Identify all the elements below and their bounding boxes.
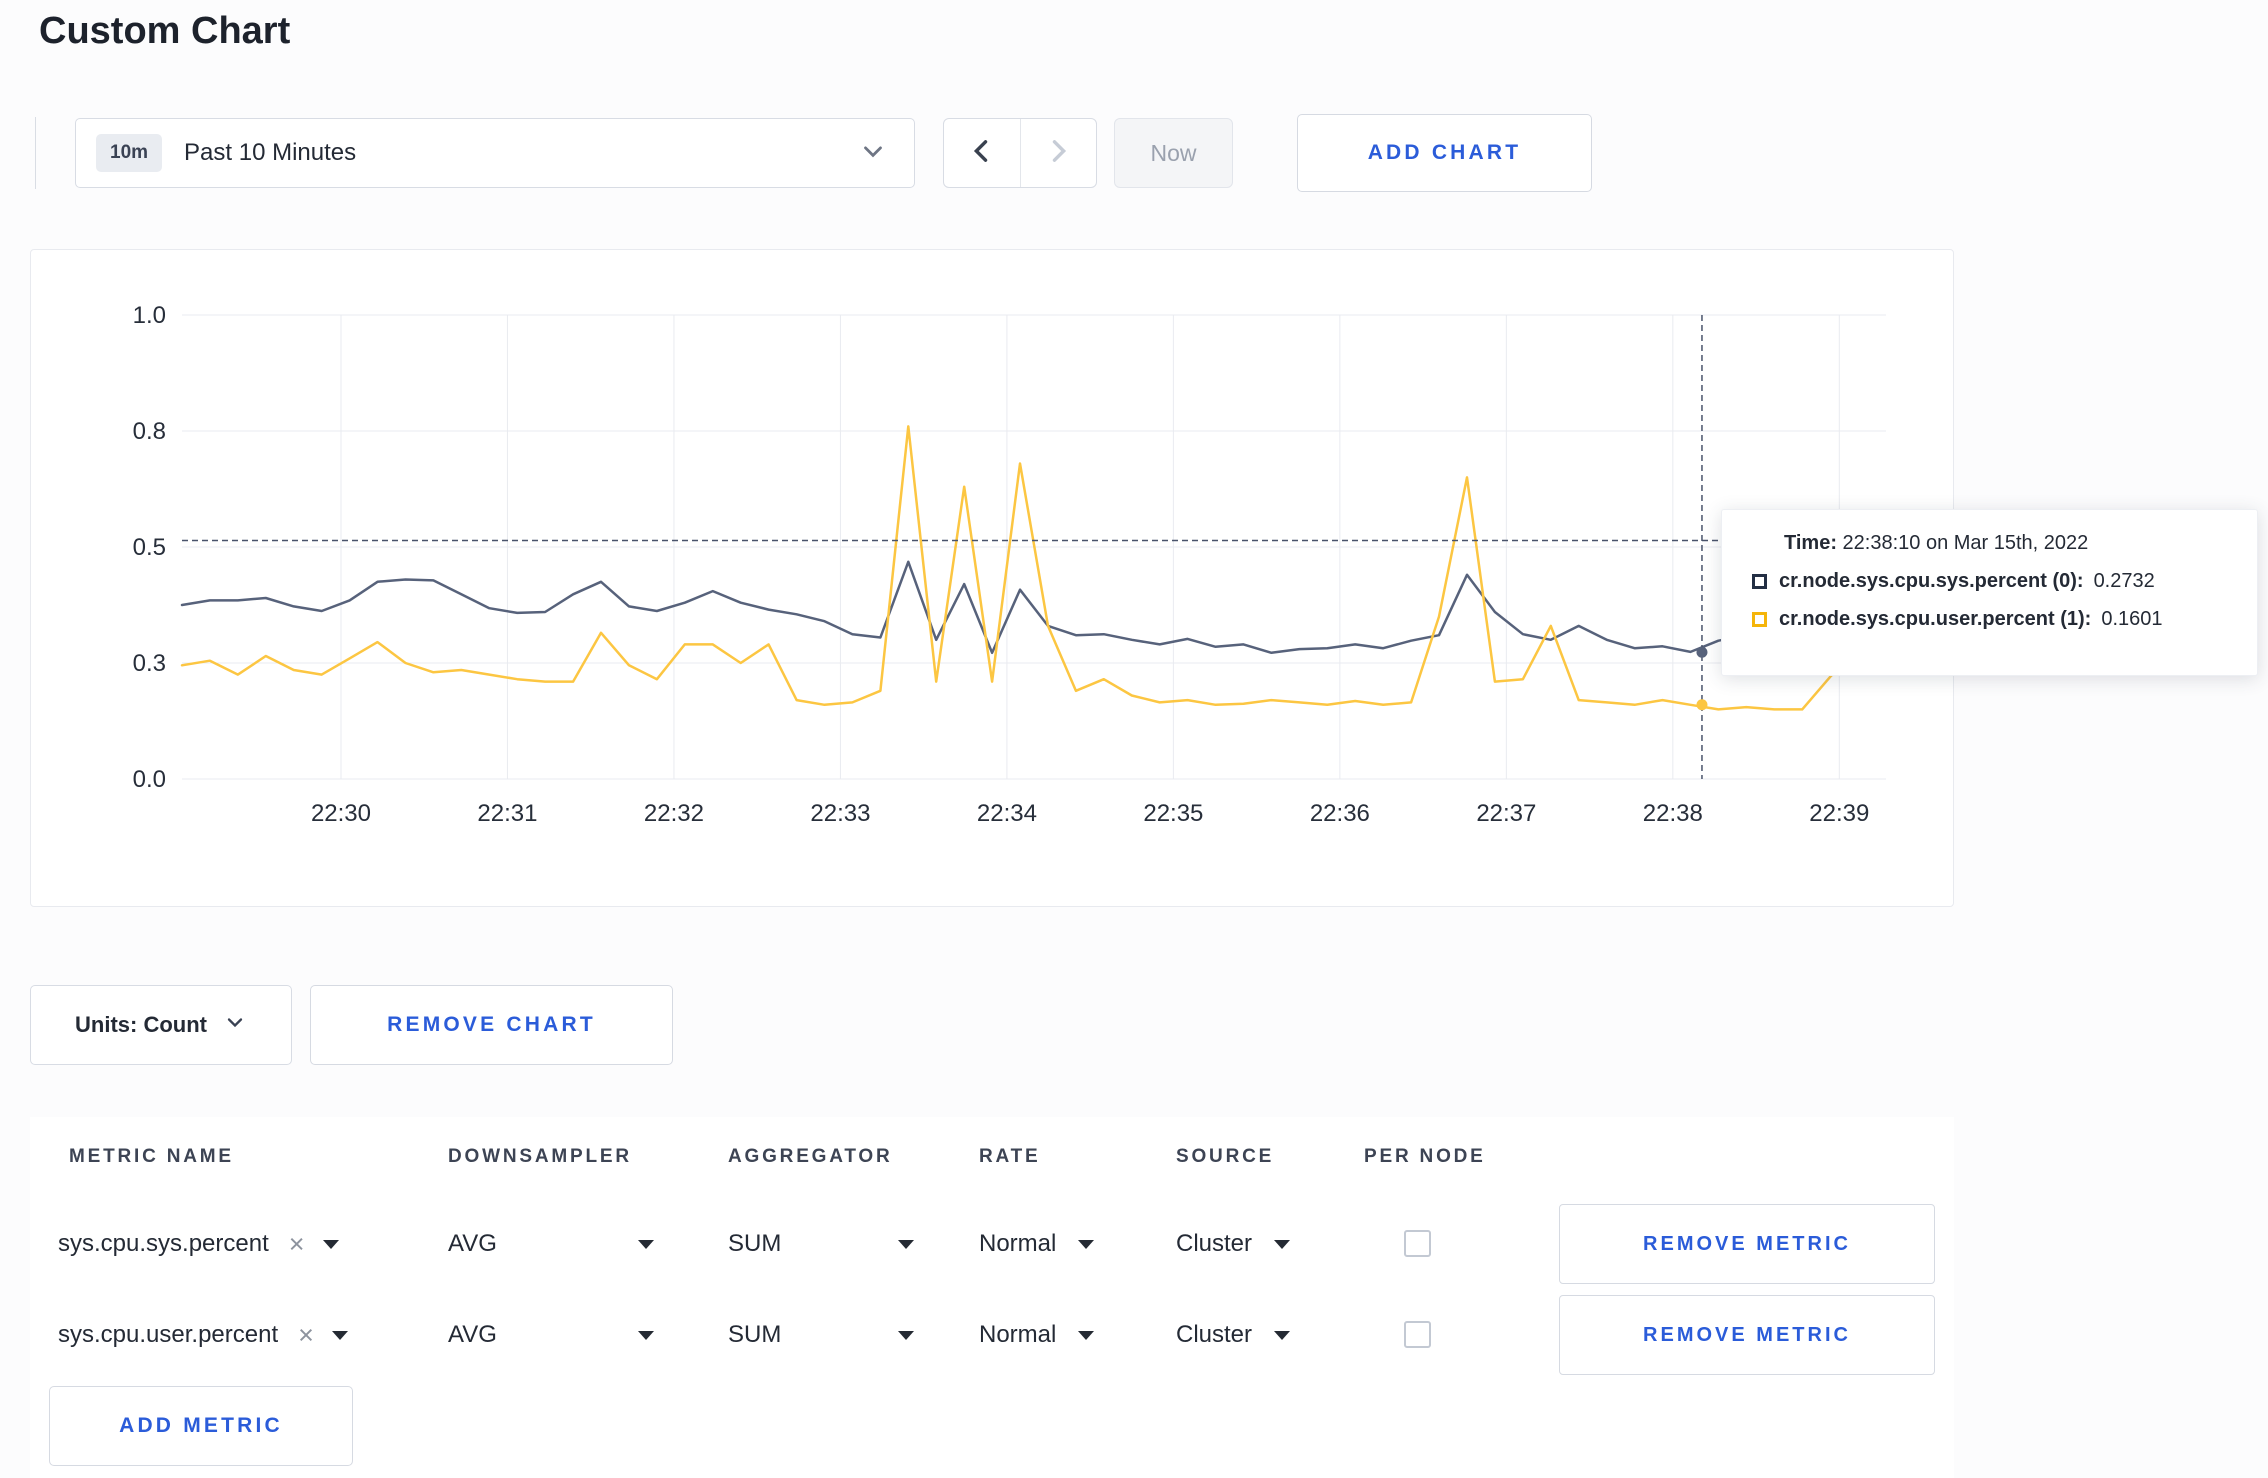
column-header-per-node: PER NODE bbox=[1364, 1146, 1486, 1167]
caret-down-icon bbox=[322, 1239, 339, 1249]
svg-text:22:31: 22:31 bbox=[477, 800, 537, 827]
add-chart-button[interactable]: ADD CHART bbox=[1297, 114, 1592, 192]
svg-text:22:33: 22:33 bbox=[810, 800, 870, 827]
column-header-source: SOURCE bbox=[1176, 1146, 1275, 1167]
source-value: Cluster bbox=[1176, 1230, 1253, 1257]
page-title: Custom Chart bbox=[39, 10, 291, 52]
source-select[interactable]: Cluster bbox=[1176, 1204, 1291, 1284]
rate-value: Normal bbox=[979, 1321, 1057, 1348]
units-label: Units: Count bbox=[75, 1012, 207, 1037]
cpu-chart-svg[interactable]: 1.0 0.8 0.5 0.3 0.0 22:30 22:31 22:32 22:33 22:34… bbox=[31, 250, 1955, 908]
column-header-downsampler: DOWNSAMPLER bbox=[448, 1146, 632, 1167]
rate-value: Normal bbox=[979, 1230, 1057, 1257]
metric-name-select[interactable]: sys.cpu.user.percent × bbox=[58, 1295, 348, 1375]
caret-down-icon bbox=[898, 1330, 914, 1340]
remove-metric-button[interactable]: REMOVE METRIC bbox=[1559, 1204, 1935, 1284]
time-back-button[interactable] bbox=[944, 119, 1021, 187]
svg-text:0.5: 0.5 bbox=[133, 534, 166, 561]
svg-text:22:38: 22:38 bbox=[1643, 800, 1703, 827]
time-nav-group bbox=[943, 118, 1097, 188]
svg-text:22:34: 22:34 bbox=[977, 800, 1037, 827]
svg-text:0.8: 0.8 bbox=[133, 418, 166, 445]
svg-text:1.0: 1.0 bbox=[133, 302, 166, 329]
downsampler-select[interactable]: AVG bbox=[448, 1295, 654, 1375]
caret-down-icon bbox=[1274, 1330, 1291, 1340]
chart-tooltip: Time: 22:38:10 on Mar 15th, 2022 cr.node… bbox=[1721, 509, 2258, 676]
tooltip-series-row: cr.node.sys.cpu.sys.percent (0): 0.2732 bbox=[1752, 570, 2257, 593]
tooltip-time-value: 22:38:10 on Mar 15th, 2022 bbox=[1842, 532, 2089, 554]
rate-select[interactable]: Normal bbox=[979, 1295, 1095, 1375]
column-header-metric-name: METRIC NAME bbox=[69, 1146, 234, 1167]
caret-down-icon bbox=[1078, 1330, 1095, 1340]
caret-down-icon bbox=[1078, 1239, 1095, 1249]
caret-down-icon bbox=[638, 1239, 654, 1249]
metric-row: sys.cpu.sys.percent × AVG SUM Normal Clu… bbox=[0, 1204, 2268, 1284]
rate-select[interactable]: Normal bbox=[979, 1204, 1095, 1284]
tooltip-series-name: cr.node.sys.cpu.user.percent (1): bbox=[1779, 608, 2092, 630]
clear-metric-icon[interactable]: × bbox=[289, 1230, 305, 1258]
svg-text:22:32: 22:32 bbox=[644, 800, 704, 827]
downsampler-value: AVG bbox=[448, 1230, 497, 1257]
column-header-aggregator: AGGREGATOR bbox=[728, 1146, 893, 1167]
remove-metric-button[interactable]: REMOVE METRIC bbox=[1559, 1295, 1935, 1375]
caret-down-icon bbox=[638, 1330, 654, 1340]
caret-down-icon bbox=[331, 1330, 348, 1340]
clear-metric-icon[interactable]: × bbox=[298, 1321, 314, 1349]
aggregator-select[interactable]: SUM bbox=[728, 1204, 914, 1284]
chevron-left-icon bbox=[965, 134, 999, 173]
svg-text:22:37: 22:37 bbox=[1476, 800, 1536, 827]
aggregator-value: SUM bbox=[728, 1230, 782, 1257]
aggregator-select[interactable]: SUM bbox=[728, 1295, 914, 1375]
time-range-select[interactable]: 10m Past 10 Minutes bbox=[75, 118, 915, 188]
svg-text:22:36: 22:36 bbox=[1310, 800, 1370, 827]
aggregator-value: SUM bbox=[728, 1321, 782, 1348]
tooltip-series-value: 0.1601 bbox=[2101, 608, 2163, 630]
metric-name-label: sys.cpu.sys.percent bbox=[58, 1230, 269, 1257]
column-header-rate: RATE bbox=[979, 1146, 1041, 1167]
source-value: Cluster bbox=[1176, 1321, 1253, 1348]
downsampler-value: AVG bbox=[448, 1321, 497, 1348]
tooltip-time: Time: 22:38:10 on Mar 15th, 2022 bbox=[1784, 532, 2257, 555]
caret-down-icon bbox=[1274, 1239, 1291, 1249]
svg-text:0.3: 0.3 bbox=[133, 650, 166, 677]
tooltip-time-label: Time: bbox=[1784, 532, 1837, 554]
tooltip-series-row: cr.node.sys.cpu.user.percent (1): 0.1601 bbox=[1752, 608, 2257, 631]
per-node-checkbox[interactable] bbox=[1404, 1230, 1431, 1257]
time-forward-button[interactable] bbox=[1021, 119, 1097, 187]
downsampler-select[interactable]: AVG bbox=[448, 1204, 654, 1284]
remove-chart-button[interactable]: REMOVE CHART bbox=[310, 985, 673, 1065]
caret-down-icon bbox=[898, 1239, 914, 1249]
svg-text:22:39: 22:39 bbox=[1809, 800, 1869, 827]
chevron-down-icon bbox=[858, 136, 888, 171]
units-select[interactable]: Units: Count bbox=[30, 985, 292, 1065]
tooltip-series-name: cr.node.sys.cpu.sys.percent (0): bbox=[1779, 570, 2084, 592]
svg-text:22:35: 22:35 bbox=[1143, 800, 1203, 827]
per-node-checkbox[interactable] bbox=[1404, 1321, 1431, 1348]
toolbar-divider bbox=[35, 117, 36, 189]
svg-text:0.0: 0.0 bbox=[133, 766, 166, 793]
now-button[interactable]: Now bbox=[1114, 118, 1233, 188]
time-range-badge: 10m bbox=[96, 134, 163, 172]
series-swatch-icon bbox=[1752, 574, 1767, 589]
custom-chart-page: Custom Chart 10m Past 10 Minutes Now ADD… bbox=[0, 0, 2268, 1478]
tooltip-series-value: 0.2732 bbox=[2093, 570, 2155, 592]
source-select[interactable]: Cluster bbox=[1176, 1295, 1291, 1375]
add-metric-button[interactable]: ADD METRIC bbox=[49, 1386, 353, 1466]
chevron-down-icon bbox=[223, 1010, 247, 1040]
metric-row: sys.cpu.user.percent × AVG SUM Normal Cl… bbox=[0, 1295, 2268, 1375]
chevron-right-icon bbox=[1041, 134, 1075, 173]
svg-text:22:30: 22:30 bbox=[311, 800, 371, 827]
series-swatch-icon bbox=[1752, 612, 1767, 627]
metric-name-label: sys.cpu.user.percent bbox=[58, 1321, 279, 1348]
metric-name-select[interactable]: sys.cpu.sys.percent × bbox=[58, 1204, 339, 1284]
chart-card: 1.0 0.8 0.5 0.3 0.0 22:30 22:31 22:32 22:33 22:34… bbox=[30, 249, 1954, 907]
time-range-label: Past 10 Minutes bbox=[184, 139, 357, 166]
